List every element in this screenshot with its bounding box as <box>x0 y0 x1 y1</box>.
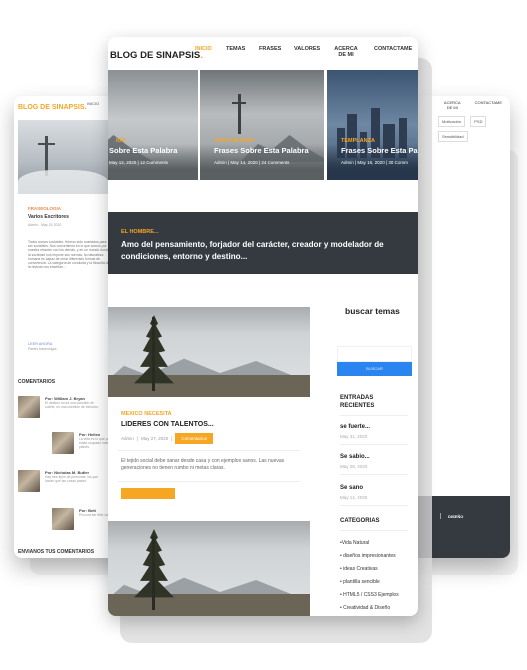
divider <box>340 505 408 506</box>
meta-divider: | <box>171 436 173 441</box>
send-comments-title[interactable]: ENVIANOS TUS COMENTARIOS <box>18 549 94 555</box>
tag-psd[interactable]: PSD <box>470 116 487 127</box>
slide-meta: May 12, 2020 | 12 Comments <box>109 160 168 165</box>
slide-title: Frases Sobre Esta Palabra <box>341 146 418 155</box>
footer-divider <box>440 513 441 519</box>
back-post-meta: Admin - May 15 2020 <box>28 223 62 227</box>
recent-posts-title: ENTRADAS RECIENTES <box>340 395 375 409</box>
category-link[interactable]: • plantilla sencible <box>340 579 380 585</box>
back-post-body: Todos somos sociables. Hemos sido coarta… <box>28 240 110 270</box>
slide-category: TEMPLANZA <box>341 138 375 144</box>
avatar <box>18 470 40 492</box>
back-hero-image <box>18 120 108 194</box>
comment-text: El destino no es una cuestión de suerte,… <box>45 401 100 409</box>
category-link[interactable]: •Vida Natural <box>340 540 369 546</box>
back-nav-acerca[interactable]: ACERCA DE MI <box>444 100 461 110</box>
post-author: Admin <box>121 436 134 441</box>
back-logo[interactable]: BLOG DE SINAPSIS. <box>18 104 86 111</box>
post-image[interactable] <box>108 307 310 397</box>
read-more-button[interactable] <box>121 488 175 499</box>
back-nav-contactame[interactable]: CONTACTAME <box>475 100 502 110</box>
comments-badge[interactable]: Comentarios <box>175 433 213 444</box>
post-body: El tejido social debe sanar desde casa y… <box>121 458 285 471</box>
search-button[interactable]: BUSCAR <box>337 362 412 376</box>
avatar <box>52 432 74 454</box>
divider <box>340 530 408 531</box>
back-comments-title: COMENTARIOS <box>18 379 56 385</box>
post-category[interactable]: MEXICO NECESITA <box>121 411 172 417</box>
recent-post-date: May 28, 2020 <box>340 464 368 469</box>
tag-sensibilidad[interactable]: Sensibilidad <box>438 131 468 142</box>
carousel-slide[interactable]: PUNTUALIDAD Frases Sobre Esta Palabra Ad… <box>200 70 324 180</box>
carousel-slide[interactable]: ICO Sobre Esta Palabra May 12, 2020 | 12… <box>108 70 198 180</box>
nav-frases[interactable]: FRASES <box>259 46 281 52</box>
avatar <box>52 508 74 530</box>
comment-item: Por: William J. Bryan El destino no es un… <box>18 396 100 418</box>
slide-title: Frases Sobre Esta Palabra <box>214 146 309 155</box>
slide-meta: Admin | May 16, 2020 | 30 Comm <box>341 160 408 165</box>
post-title[interactable]: LIDERES CON TALENTOS... <box>121 421 214 428</box>
footer-design-label: DISEÑO <box>448 514 464 519</box>
category-link[interactable]: • ideas Creativas <box>340 566 378 572</box>
front-page-preview: BLOG DE SINAPSIS. INICIO TEMAS FRASES VA… <box>108 37 418 616</box>
nav-valores[interactable]: VALORES <box>294 46 320 52</box>
nav-contactame[interactable]: CONTACTAME <box>374 46 412 52</box>
divider <box>340 415 408 416</box>
front-logo[interactable]: BLOG DE SINAPSIS. <box>110 50 203 61</box>
avatar <box>18 396 40 418</box>
back-read-more-sub: Partes fraseología <box>28 347 57 351</box>
comment-text: Hay tres tipos de personas: los que hace… <box>45 475 99 483</box>
post-meta: Admin | May 27, 2020 | Comentarios <box>121 433 213 444</box>
back-read-more-link[interactable]: LEER AHORA <box>28 342 52 346</box>
divider <box>340 444 408 445</box>
recent-post-date: May 31, 2020 <box>340 434 368 439</box>
tag-motivacion[interactable]: Motivación <box>438 116 466 127</box>
back-post-category[interactable]: FRASEOLOGIA <box>28 206 61 211</box>
meta-divider: | <box>136 436 138 441</box>
post-date: May 27, 2020 <box>140 436 169 441</box>
back-post-title[interactable]: Varios Escritores <box>28 214 69 220</box>
divider <box>118 450 300 451</box>
categories-title: CATEGORIAS <box>340 518 380 524</box>
post-image[interactable] <box>108 521 310 616</box>
quote-category: EL HOMBRE... <box>121 229 159 235</box>
quote-text: Amo del pensamiento, forjador del caráct… <box>121 240 384 261</box>
category-link[interactable]: • diseños impresionantes <box>340 553 396 559</box>
recent-post-link[interactable]: se fuerte... <box>340 424 370 430</box>
back-right-nav: ACERCA DE MI CONTACTAME <box>444 100 502 110</box>
carousel-slide[interactable]: TEMPLANZA Frases Sobre Esta Palabra Admi… <box>327 70 418 180</box>
divider <box>118 481 300 482</box>
back-nav-inicio[interactable]: INICIO <box>87 101 99 106</box>
comment-item: Por: Nicholas M. Butler Hay tres tipos de… <box>18 470 100 492</box>
category-link[interactable]: • Creatividad & Diseño <box>340 605 390 611</box>
recent-post-date: May 14, 2020 <box>340 495 368 500</box>
quote-banner: EL HOMBRE... Amo del pensamiento, forjad… <box>108 212 418 274</box>
search-title: buscar temas <box>345 306 400 316</box>
category-link[interactable]: • HTML5 / CSS3 Ejemplos <box>340 592 399 598</box>
nav-inicio[interactable]: INICIO <box>195 46 212 52</box>
nav-acerca[interactable]: ACERCA DE MI <box>334 46 358 58</box>
back-logo-text: BLOG DE SINAPSIS <box>18 104 85 111</box>
nav-temas[interactable]: TEMAS <box>226 46 245 52</box>
slide-title: Sobre Esta Palabra <box>109 146 178 155</box>
recent-post-link[interactable]: Se sabio... <box>340 454 370 460</box>
slide-category: ICO <box>116 138 126 144</box>
divider <box>340 474 408 475</box>
search-input[interactable] <box>337 346 412 362</box>
front-logo-text: BLOG DE SINAPSIS <box>110 50 201 61</box>
back-tags: Motivación PSD Sensibilidad <box>436 114 496 144</box>
slide-category: PUNTUALIDAD <box>214 138 254 144</box>
slide-meta: Admin | May 14, 2020 | 24 Comments <box>214 160 290 165</box>
recent-post-link[interactable]: Se sano <box>340 485 363 491</box>
